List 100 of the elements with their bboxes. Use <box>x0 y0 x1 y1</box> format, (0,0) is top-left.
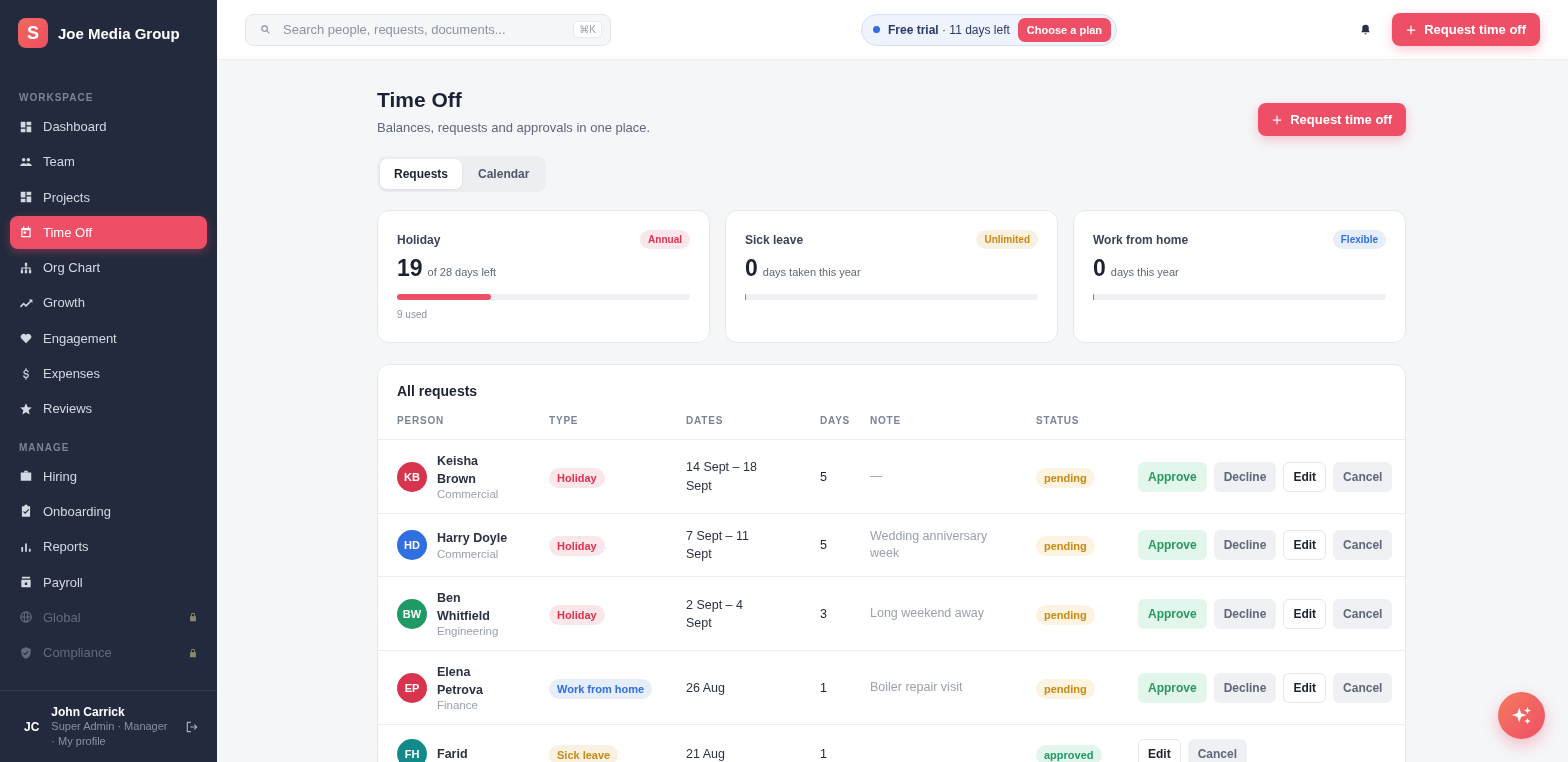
table-cell-text: 1 <box>819 747 828 762</box>
sidebar-item[interactable]: Hiring <box>10 459 207 493</box>
balance-unit: days taken this year <box>762 266 861 278</box>
person-name: Harry Doyle <box>437 530 508 548</box>
type-tag: Holiday <box>549 467 605 488</box>
action-button[interactable]: Cancel <box>1187 739 1248 762</box>
status-tag: pending <box>1036 536 1095 557</box>
search-bar[interactable]: Search people, requests, documents... ⌘K <box>245 13 611 46</box>
status-tag: pending <box>1036 604 1095 625</box>
action-button[interactable]: Decline <box>1213 461 1277 492</box>
assistant-button[interactable] <box>1498 692 1545 739</box>
table-cell-text: 3 <box>819 606 828 621</box>
sidebar-item[interactable]: Time Off <box>10 215 207 249</box>
column-header: TYPE <box>549 415 580 426</box>
balance-value: 19 <box>397 255 423 282</box>
request-time-off-button[interactable]: Request time off <box>1258 103 1406 136</box>
table-cell-text: Boiler repair visit <box>870 679 964 696</box>
card-title: Work from home <box>1093 232 1189 247</box>
table-cell-text: 14 Sept – 18 Sept <box>686 459 758 495</box>
sidebar-item[interactable]: Org Chart <box>10 251 207 285</box>
balance-value: 0 <box>1093 255 1106 282</box>
person-team: Engineering <box>437 625 500 638</box>
action-button[interactable]: Cancel <box>1333 530 1393 561</box>
avatar: FH <box>397 739 427 762</box>
balance-value: 0 <box>745 255 758 282</box>
sidebar-item[interactable]: Projects <box>10 180 207 214</box>
trial-text: Free trial · 11 days left <box>888 22 1010 37</box>
logout-icon[interactable] <box>185 719 199 734</box>
sidebar-item[interactable]: Reviews <box>10 392 207 426</box>
nav-icon <box>19 645 33 660</box>
user-name: John Carrick <box>51 705 126 720</box>
page-title: Time Off <box>377 88 463 112</box>
sidebar-item[interactable]: Dashboard <box>10 110 207 143</box>
action-button[interactable]: Cancel <box>1333 598 1393 629</box>
table-cell-text: — <box>870 467 884 485</box>
column-header: DAYS <box>819 415 852 426</box>
table-cell-text: 5 <box>819 469 828 484</box>
action-button[interactable]: Cancel <box>1333 672 1393 703</box>
nav-icon <box>19 610 33 625</box>
nav-section-title: MANAGE <box>18 440 71 455</box>
table-cell-text: 7 Sept – 11 Sept <box>686 528 750 564</box>
person-team: Finance <box>437 699 479 712</box>
lock-icon <box>188 612 198 623</box>
action-button[interactable]: Approve <box>1138 530 1207 561</box>
balance-unit: days this year <box>1110 266 1179 278</box>
action-button[interactable]: Edit <box>1283 598 1327 629</box>
person-name: Farid <box>437 745 468 762</box>
column-header: STATUS <box>1036 415 1081 426</box>
action-button[interactable]: Decline <box>1213 530 1277 561</box>
nav-icon <box>19 401 33 416</box>
lock-icon <box>188 647 198 658</box>
action-button[interactable]: Edit <box>1283 672 1327 703</box>
type-tag: Holiday <box>549 536 605 557</box>
action-button[interactable]: Edit <box>1283 530 1327 561</box>
logo-icon: S <box>18 18 48 48</box>
avatar: EP <box>397 672 427 703</box>
action-button[interactable]: Edit <box>1138 739 1181 762</box>
action-button[interactable]: Approve <box>1138 598 1207 629</box>
nav-icon <box>19 504 33 519</box>
status-tag: approved <box>1036 745 1102 762</box>
action-button[interactable]: Approve <box>1138 461 1207 492</box>
column-header: NOTE <box>870 415 902 426</box>
search-field[interactable]: Search people, requests, documents... <box>281 21 564 38</box>
person-name: Keisha Brown <box>437 453 479 488</box>
person-name: Elena Petrova <box>437 664 484 699</box>
sidebar-item[interactable]: Compliance <box>10 636 207 670</box>
action-button[interactable]: Cancel <box>1333 461 1393 492</box>
table-cell-text: 26 Aug <box>686 679 726 697</box>
sidebar-item[interactable]: Reports <box>10 530 207 564</box>
type-tag: Holiday <box>549 604 605 625</box>
shortcut-hint: ⌘K <box>573 21 602 38</box>
table-cell-text: Wedding anniversary week <box>870 527 989 563</box>
user-role: Super Admin · Manager · My profile <box>51 719 169 748</box>
balance-unit: of 28 days left <box>427 266 497 278</box>
sparkle-icon <box>1510 704 1533 727</box>
request-time-off-button[interactable]: Request time off <box>1392 13 1540 46</box>
tab[interactable]: Calendar <box>464 159 544 189</box>
choose-plan-button[interactable]: Choose a plan <box>1017 17 1112 42</box>
sidebar-item[interactable]: Team <box>10 145 207 179</box>
balance-tag: Flexible <box>1332 230 1386 249</box>
sidebar-item[interactable]: Engagement <box>10 321 207 355</box>
tab[interactable]: Requests <box>380 159 463 189</box>
avatar: KB <box>397 461 427 492</box>
action-button[interactable]: Decline <box>1213 672 1277 703</box>
action-button[interactable]: Edit <box>1283 461 1327 492</box>
avatar: BW <box>397 598 427 629</box>
sidebar-item[interactable]: Payroll <box>10 565 207 599</box>
person-name: Ben Whitfield <box>437 590 491 625</box>
sidebar-item[interactable]: Growth <box>10 286 207 320</box>
table-title: All requests <box>396 382 479 401</box>
action-button[interactable]: Approve <box>1138 672 1207 703</box>
column-header: PERSON <box>397 415 446 426</box>
nav-icon <box>19 469 33 484</box>
nav-icon <box>19 190 33 205</box>
sidebar-item[interactable]: Onboarding <box>10 494 207 528</box>
avatar: HD <box>397 530 427 561</box>
action-button[interactable]: Decline <box>1213 598 1277 629</box>
sidebar-item[interactable]: Expenses <box>10 357 207 391</box>
page-subtitle: Balances, requests and approvals in one place. <box>377 120 651 135</box>
sidebar-item[interactable]: Global <box>10 600 207 634</box>
